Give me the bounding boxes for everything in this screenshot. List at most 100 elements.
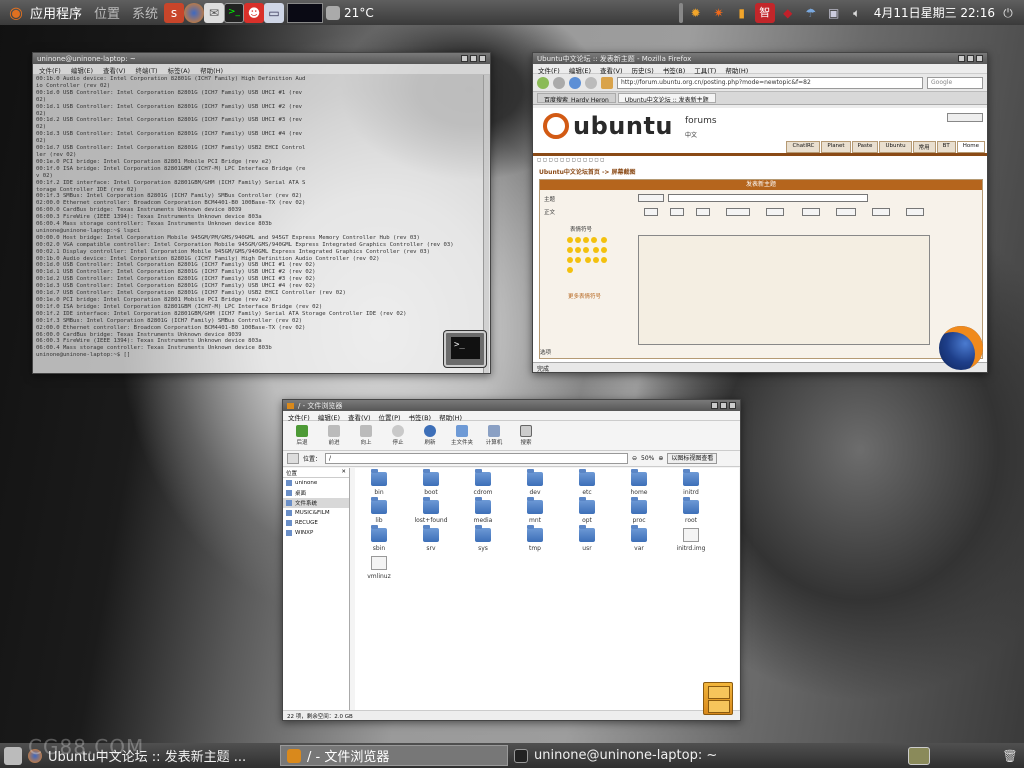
folder-item[interactable]: cdrom [463,469,503,496]
home-icon[interactable] [601,76,613,89]
side-item-filesystem[interactable]: 文件系统 [283,498,349,508]
close-button[interactable] [479,55,486,62]
smiley-icon[interactable] [567,237,573,243]
tab-ubuntu-forum[interactable]: Ubuntu中文论坛 :: 发表新主题 [617,93,716,103]
show-desktop-icon[interactable] [4,746,22,765]
folder-item[interactable]: var [619,525,659,552]
more-smilies-link[interactable]: 更多表情符号 [568,292,601,300]
list-button[interactable] [802,208,820,216]
code-button[interactable] [766,208,784,216]
site-tab-chatirc[interactable]: ChatIRC [786,141,821,153]
folder-item[interactable]: dev [515,469,555,496]
menu-view[interactable]: 查看(V) [600,65,623,75]
smiley-icon[interactable] [567,257,573,263]
clock[interactable]: 4月11日星期三 22:16 [874,4,995,21]
ubuntu-logo[interactable]: ubuntu [543,112,673,140]
firefox-launcher-icon[interactable] [184,2,205,23]
smiley-icon[interactable] [567,247,573,253]
system-monitor-graph[interactable] [287,2,324,23]
minimize-button[interactable] [711,402,718,409]
folder-item[interactable]: usr [567,525,607,552]
task-file-browser[interactable]: / - 文件浏览器 [280,745,508,766]
weather-applet-icon[interactable]: ☂ [801,3,821,23]
computer-launcher-icon[interactable]: ▭ [264,2,285,23]
forward-icon[interactable] [553,76,565,89]
subject-input[interactable] [668,194,868,202]
folder-item[interactable]: etc [567,469,607,496]
site-tab-planet[interactable]: Planet [821,141,851,153]
reload-button[interactable]: 刷新 [417,425,443,446]
firefox-logo-icon[interactable] [939,326,983,370]
folder-item[interactable]: bin [359,469,399,496]
desktop-terminal-icon[interactable]: >_ [444,331,486,367]
smiley-icon[interactable] [600,237,607,243]
close-button[interactable] [976,55,983,62]
ruby-gem-icon[interactable]: ◆ [778,3,798,23]
menu-edit[interactable]: 编辑(E) [318,412,340,422]
trash-icon[interactable]: 🗑︎ [1000,746,1020,766]
forward-button[interactable]: 前进 [321,425,347,446]
url-button[interactable] [906,208,924,216]
file-item[interactable]: initrd.img [671,528,711,552]
folder-item[interactable]: sbin [359,525,399,552]
zoom-in-icon[interactable]: ⊕ [658,455,663,462]
smiley-icon[interactable] [575,237,581,243]
menu-terminal[interactable]: 终端(T) [136,65,158,75]
terminal-titlebar[interactable]: uninone@uninone-laptop: ~ [33,53,490,64]
side-item-winxp[interactable]: WINXP [283,528,349,538]
menu-tabs[interactable]: 标签(A) [168,65,191,75]
side-item-home[interactable]: uninone [283,478,349,488]
battery-icon[interactable]: ▮ [732,3,752,23]
menu-view[interactable]: 查看(V) [103,65,126,75]
minimize-button[interactable] [958,55,965,62]
places-menu[interactable]: 位置 [88,0,126,25]
view-mode-select[interactable]: 以图标视图查看 [667,453,718,464]
smiley-icon[interactable] [592,257,599,263]
smiley-icon[interactable] [583,247,589,253]
menu-places[interactable]: 位置(P) [379,412,401,422]
launcher-icon[interactable]: s [164,2,185,23]
stop-button[interactable]: 停止 [385,425,411,446]
menu-edit[interactable]: 编辑(E) [71,65,93,75]
side-item-desktop[interactable]: 桌面 [283,488,349,498]
smiley-icon[interactable] [592,247,599,253]
file-browser-titlebar[interactable]: / - 文件浏览器 [283,400,740,411]
system-menu[interactable]: 系统 [126,0,164,25]
weather-icon[interactable] [326,5,341,20]
bold-button[interactable] [644,208,658,216]
folder-item[interactable]: lost+found [411,497,451,524]
folder-item[interactable]: tmp [515,525,555,552]
toggle-location-icon[interactable] [287,453,299,464]
smilies-grid[interactable] [566,236,612,276]
smiley-icon[interactable] [600,257,607,263]
smiley-icon[interactable] [567,267,573,273]
update-star-icon[interactable]: ✷ [709,3,729,23]
terminal-output[interactable]: 00:1b.0 Audio device: Intel Corporation … [33,74,490,366]
smiley-icon[interactable] [584,257,591,263]
underline-button[interactable] [696,208,710,216]
site-tab-ubuntu[interactable]: Ubuntu [879,141,912,153]
up-button[interactable]: 向上 [353,425,379,446]
settings-sun-icon[interactable]: ✹ [686,3,706,23]
zoom-out-icon[interactable]: ⊖ [632,455,637,462]
language-select[interactable] [947,113,983,122]
site-tab-home[interactable]: Home [956,141,985,153]
file-item[interactable]: vmlinuz [359,556,399,580]
menu-view[interactable]: 查看(V) [348,412,371,422]
menu-tools[interactable]: 工具(T) [694,65,716,75]
terminal-scrollbar[interactable] [483,75,489,373]
smiley-icon[interactable] [591,237,597,243]
network-icon[interactable]: ▣ [824,3,844,23]
maximize-button[interactable] [470,55,477,62]
quote-button[interactable] [726,208,750,216]
back-icon[interactable] [537,76,549,89]
reload-icon[interactable] [569,76,581,89]
menu-file[interactable]: 文件(F) [39,65,61,75]
subject-prefix-select[interactable] [638,194,664,202]
list-numbered-button[interactable] [836,208,856,216]
maximize-button[interactable] [720,402,727,409]
site-tab-paste[interactable]: Paste [851,141,879,153]
applications-menu[interactable]: ◉ 应用程序 [0,0,88,25]
volume-icon[interactable]: 🔈︎ [847,3,867,23]
folder-item[interactable]: boot [411,469,451,496]
